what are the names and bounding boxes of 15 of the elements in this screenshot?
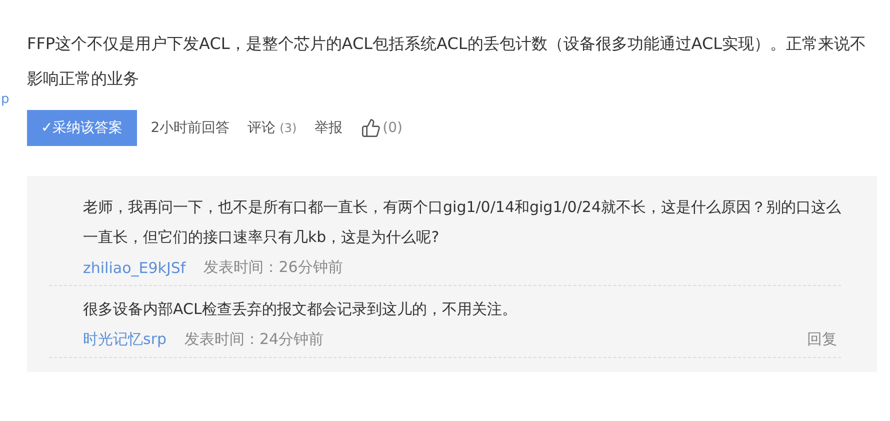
answer-text: FFP这个不仅是用户下发ACL，是整个芯片的ACL包括系统ACL的丢包计数（设备很多功能通过ACL实现）。正常来说不影响正常的业务 bbox=[27, 33, 868, 90]
like-count: (0) bbox=[382, 120, 402, 136]
thumbs-up-icon[interactable] bbox=[360, 118, 381, 138]
post-time: 发表时间：24分钟前 bbox=[184, 330, 324, 349]
comment-text: 老师，我再问一下，也不是所有口都一直长，有两个口gig1/0/14和gig1/0/24就不长，这是什么原因？别的口这么一直长，但它们的接口速率只有几kb，这是为什么呢? bbox=[83, 197, 841, 248]
link[interactable]: p bbox=[1, 92, 10, 107]
report-link[interactable]: 举报 bbox=[314, 119, 343, 137]
post-time: 发表时间：26分钟前 bbox=[204, 258, 343, 277]
reply-link[interactable]: 回复 bbox=[807, 330, 837, 349]
comment-link[interactable]: 评论 (3) bbox=[248, 119, 297, 137]
answer-time: 2小时前回答 bbox=[150, 119, 230, 137]
author-link[interactable]: zhiliao_E9kJSf bbox=[83, 258, 186, 276]
author-link[interactable]: 时光记忆srp bbox=[83, 330, 167, 349]
accept-answer-button[interactable]: ✓采纳该答案 bbox=[27, 110, 137, 146]
comment-text: 很多设备内部ACL检查丢弃的报文都会记录到这儿的，不用关注。 bbox=[83, 299, 518, 320]
